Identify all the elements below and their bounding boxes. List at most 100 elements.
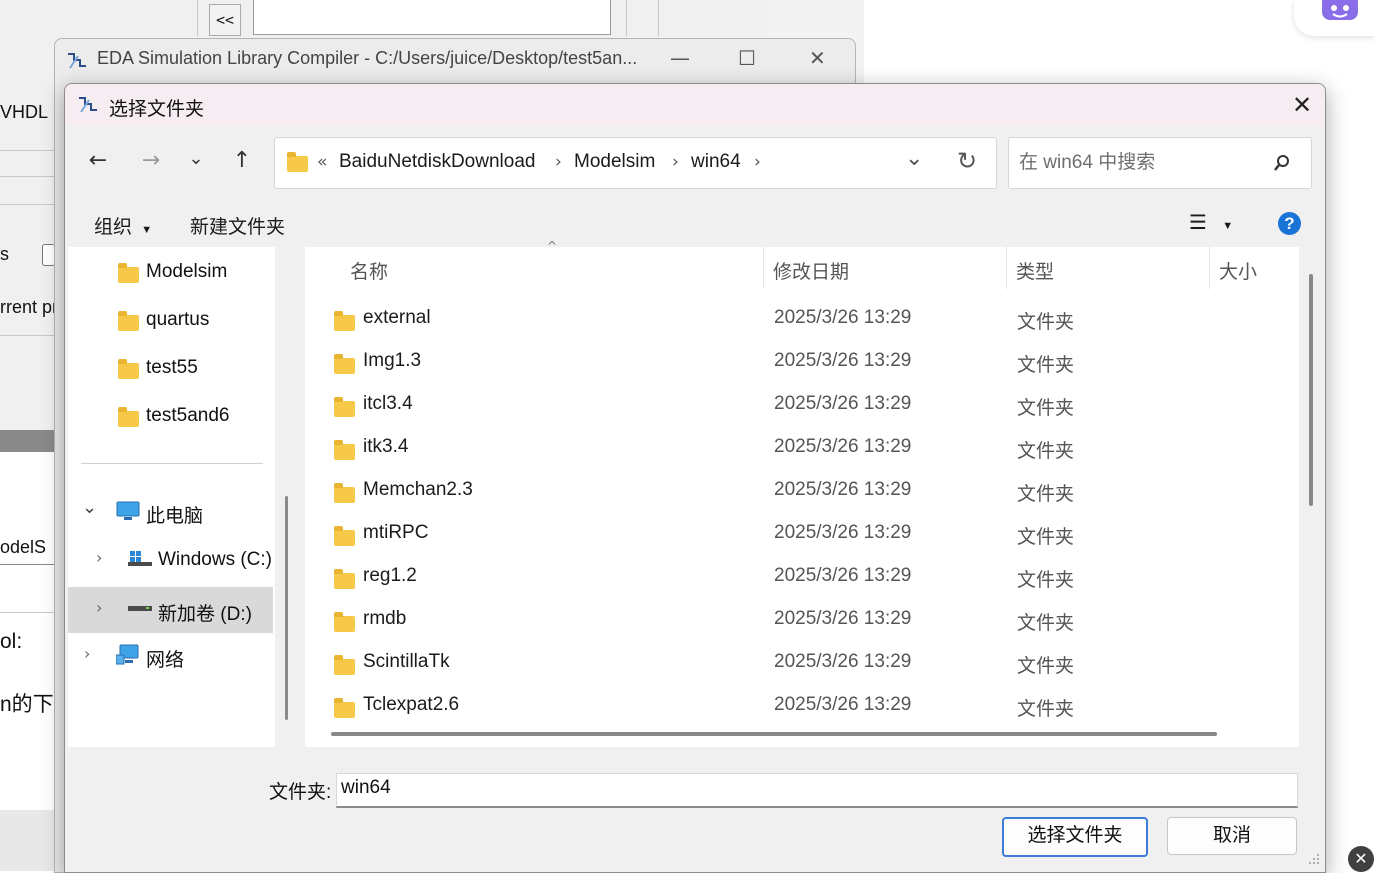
chevron-right-icon[interactable]: › [84, 644, 90, 663]
background-divider [0, 204, 54, 205]
recent-locations-button[interactable]: ⌄ [179, 142, 213, 176]
forward-button[interactable]: → [134, 144, 168, 178]
horizontal-scrollbar[interactable] [331, 732, 1217, 736]
row-date: 2025/3/26 13:29 [774, 307, 912, 328]
background-vhdl-label: VHDL [0, 102, 49, 122]
notification-close-icon[interactable]: ✕ [1348, 846, 1374, 872]
nav-item-test5and6[interactable]: test5and6 [68, 395, 275, 435]
folder-icon [334, 440, 355, 460]
folder-icon [334, 397, 355, 417]
nav-item-test55[interactable]: test55 [68, 347, 275, 387]
nav-pane-scrollbar[interactable] [285, 496, 288, 720]
nav-item-label: test5and6 [146, 405, 230, 426]
address-bar[interactable]: « BaiduNetdiskDownload › Modelsim › win6… [274, 137, 997, 189]
eda-app-icon [68, 53, 86, 69]
table-row[interactable]: rmdb 2025/3/26 13:29 文件夹 [325, 601, 1285, 641]
copilot-icon [1322, 0, 1358, 20]
row-type: 文件夹 [1017, 355, 1075, 376]
help-icon[interactable]: ? [1278, 212, 1301, 235]
table-row[interactable]: Memchan2.3 2025/3/26 13:29 文件夹 [325, 472, 1285, 512]
row-name: reg1.2 [363, 565, 417, 586]
eda-window-title: EDA Simulation Library Compiler - C:/Use… [97, 48, 638, 68]
search-box[interactable] [1008, 137, 1312, 189]
chevron-right-icon[interactable]: › [96, 598, 102, 617]
nav-item-drive-d[interactable]: › 新加卷 (D:) [68, 587, 273, 633]
nav-item-drive-c[interactable]: › Windows (C:) [68, 539, 275, 579]
address-history-chevron-icon[interactable]: ⌄ [905, 146, 923, 171]
background-model-label: odelS [0, 540, 47, 557]
background-footer [0, 810, 54, 871]
nav-item-label: quartus [146, 309, 210, 330]
list-view-icon: ☰ [1189, 210, 1207, 234]
breadcrumb-win64[interactable]: win64 [691, 151, 741, 173]
row-date: 2025/3/26 13:29 [774, 694, 912, 715]
background-divider [0, 176, 54, 177]
table-row[interactable]: itk3.4 2025/3/26 13:29 文件夹 [325, 429, 1285, 469]
table-row[interactable]: Img1.3 2025/3/26 13:29 文件夹 [325, 343, 1285, 383]
eda-minimize-button[interactable]: — [670, 46, 690, 70]
table-row[interactable]: ScintillaTk 2025/3/26 13:29 文件夹 [325, 644, 1285, 684]
view-options-button[interactable]: ☰ ▼ [1189, 210, 1233, 235]
chevron-right-icon[interactable]: › [96, 548, 102, 567]
nav-divider [81, 463, 263, 464]
breadcrumb-separator-icon[interactable]: › [754, 152, 761, 172]
breadcrumb-separator-icon: › [555, 152, 562, 172]
search-icon[interactable] [1273, 154, 1291, 172]
chevron-down-icon[interactable]: ⌄ [82, 497, 97, 518]
nav-item-modelsim[interactable]: Modelsim [68, 251, 275, 291]
table-row[interactable]: mtiRPC 2025/3/26 13:29 文件夹 [325, 515, 1285, 555]
column-header-type[interactable]: 类型 [1016, 257, 1054, 284]
row-name: rmdb [363, 608, 407, 629]
column-divider[interactable] [763, 247, 764, 289]
column-header-date[interactable]: 修改日期 [773, 257, 849, 284]
up-button[interactable]: ↑ [225, 144, 259, 178]
folder-name-input[interactable]: win64 [336, 773, 1298, 808]
background-list-field[interactable] [253, 0, 611, 35]
nav-item-label: 此电脑 [146, 506, 204, 527]
table-row[interactable]: Tclexpat2.6 2025/3/26 13:29 文件夹 [325, 687, 1285, 727]
cancel-button[interactable]: 取消 [1167, 817, 1297, 855]
row-date: 2025/3/26 13:29 [774, 350, 912, 371]
eda-close-button[interactable]: ✕ [809, 46, 826, 70]
background-divider [626, 0, 627, 36]
table-row[interactable]: itcl3.4 2025/3/26 13:29 文件夹 [325, 386, 1285, 426]
caret-down-icon: ▼ [1222, 220, 1234, 232]
nav-item-quartus[interactable]: quartus [68, 299, 275, 339]
organize-menu-button[interactable]: 组织 ▼ [94, 212, 152, 239]
column-divider[interactable] [1006, 247, 1007, 289]
row-type: 文件夹 [1017, 656, 1075, 677]
row-date: 2025/3/26 13:29 [774, 651, 912, 672]
dialog-close-button[interactable]: ✕ [1287, 90, 1317, 120]
overflow-chevron-icon[interactable]: « [317, 152, 327, 172]
background-chinese-label: n的下 [0, 693, 54, 716]
caret-down-icon: ▼ [141, 224, 153, 236]
refresh-icon[interactable]: ↻ [957, 147, 977, 175]
folder-field-label: 文件夹: [269, 782, 332, 803]
folder-icon [118, 311, 139, 331]
nav-item-label: test55 [146, 357, 198, 378]
back-button[interactable]: ← [81, 144, 115, 178]
navigation-pane: Modelsim quartus test55 test5and6 ⌄ 此电脑 … [68, 247, 275, 747]
select-folder-button[interactable]: 选择文件夹 [1002, 817, 1148, 857]
resize-grip-icon[interactable] [1307, 852, 1321, 866]
column-divider[interactable] [1209, 247, 1210, 289]
row-type: 文件夹 [1017, 484, 1075, 505]
table-row[interactable]: external 2025/3/26 13:29 文件夹 [325, 300, 1285, 340]
column-header-name[interactable]: 名称 [350, 257, 388, 284]
breadcrumb-modelsim[interactable]: Modelsim [574, 151, 655, 173]
nav-item-network[interactable]: › 网络 [68, 635, 275, 675]
search-input[interactable] [1017, 150, 1271, 176]
vertical-scrollbar[interactable] [1309, 274, 1313, 506]
breadcrumb-baidunetdiskdownload[interactable]: BaiduNetdiskDownload [339, 151, 535, 173]
table-row[interactable]: reg1.2 2025/3/26 13:29 文件夹 [325, 558, 1285, 598]
row-name: itk3.4 [363, 436, 409, 457]
background-move-left-button[interactable]: << [209, 4, 241, 36]
column-header-size[interactable]: 大小 [1219, 257, 1257, 284]
folder-icon [287, 152, 308, 172]
folder-name-value: win64 [341, 777, 391, 798]
copilot-widget[interactable] [1294, 0, 1375, 36]
eda-maximize-button[interactable]: ☐ [738, 46, 756, 70]
file-list: 名称 ^ 修改日期 类型 大小 external 2025/3/26 13:29 文… [305, 239, 1299, 747]
new-folder-button[interactable]: 新建文件夹 [190, 212, 285, 239]
nav-item-this-pc[interactable]: ⌄ 此电脑 [68, 491, 275, 531]
